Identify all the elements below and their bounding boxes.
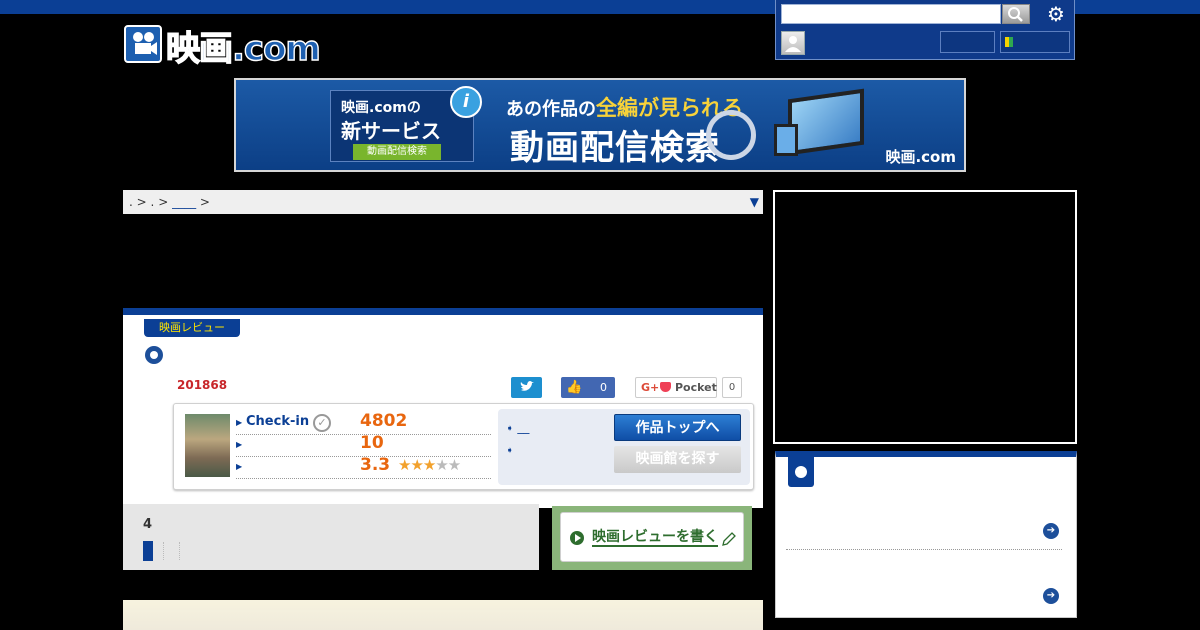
- title-bullet-icon: [145, 346, 163, 364]
- banner-ad[interactable]: 映画.comの 新サービス 動画配信検索 i あの作品の全編が見られる 動画配信…: [234, 78, 966, 172]
- search-icon: [1008, 7, 1023, 22]
- link-item[interactable]: ➧: [506, 442, 514, 456]
- pagination-panel: 4: [123, 504, 539, 570]
- banner-headline-small: あの作品の: [506, 99, 596, 120]
- page-indicator[interactable]: [143, 541, 153, 561]
- banner-badge-line2: 新サービス: [341, 119, 441, 143]
- avatar[interactable]: [781, 31, 805, 55]
- content-strip: [123, 600, 763, 630]
- login-button[interactable]: [940, 31, 995, 53]
- rating-stars: ★★★★★: [398, 456, 461, 474]
- google-plus-icon[interactable]: G+: [641, 378, 659, 397]
- rating-value: 3.3: [360, 455, 391, 475]
- banner-badge-sub: 動画配信検索: [353, 144, 441, 160]
- monitor-icon: [788, 88, 864, 156]
- find-theater-label: 映画館を探す: [635, 451, 720, 467]
- checkin-icon[interactable]: ✓: [313, 414, 331, 432]
- logo-camera-icon: [124, 25, 162, 63]
- facebook-like-button[interactable]: 👍 0: [561, 377, 615, 398]
- breadcrumb-separator: >: [158, 195, 169, 209]
- movie-top-button[interactable]: 作品トップへ: [614, 414, 741, 441]
- links-panel: ➧ __ ➧ 作品トップへ 映画館を探す: [498, 409, 750, 485]
- breadcrumb-item[interactable]: .: [129, 195, 133, 209]
- review-tab[interactable]: 映画レビュー: [144, 319, 240, 337]
- arrow-icon: ➧: [506, 424, 514, 434]
- pocket-label: Pocket: [675, 381, 717, 394]
- pocket-icon: [660, 382, 671, 392]
- breadcrumb-toggle-icon[interactable]: ▼: [750, 190, 759, 214]
- breadcrumb-separator: >: [136, 195, 147, 209]
- signup-button[interactable]: [1000, 31, 1070, 53]
- play-icon: [570, 531, 584, 545]
- side-divider: [786, 549, 1062, 550]
- pencil-icon: [722, 532, 736, 546]
- write-review-button[interactable]: 映画レビューを書く: [560, 512, 744, 562]
- banner-logo-small: 映画.com: [885, 148, 956, 166]
- side-panel: ➔ ➔: [775, 451, 1077, 618]
- stat-row: ▶ 10: [236, 433, 491, 457]
- arrow-right-icon[interactable]: ➔: [1043, 523, 1059, 539]
- ad-box[interactable]: [773, 190, 1077, 444]
- banner-headline: あの作品の全編が見られる: [506, 92, 743, 122]
- review-count: 201868: [177, 378, 228, 392]
- write-review-label: 映画レビューを書く: [592, 529, 718, 547]
- find-theater-button[interactable]: 映画館を探す: [614, 446, 741, 473]
- search-button[interactable]: [1002, 4, 1030, 24]
- banner-headline-big: 動画配信検索: [510, 128, 720, 168]
- search-input[interactable]: [781, 4, 1001, 24]
- arrow-right-icon[interactable]: ➔: [1043, 588, 1059, 604]
- like-count: 0: [600, 381, 607, 394]
- arrow-icon: ➧: [506, 446, 514, 456]
- stat-row-rating: ▶ 3.3 ★★★★★: [236, 455, 491, 479]
- breadcrumb-link[interactable]: ____: [172, 195, 196, 209]
- triangle-icon: ▶: [236, 418, 243, 427]
- page-separator: [179, 542, 180, 560]
- movie-info-box: ▶ Check-in ✓ 4802 ▶ 10 ▶ 3.3 ★★★★★ ➧ __ …: [173, 403, 754, 490]
- breadcrumb-separator: >: [199, 195, 210, 209]
- beginner-mark-icon: [1005, 37, 1013, 47]
- tablet-icon: [774, 124, 798, 156]
- review-panel: 映画レビュー 201868 👍 0 G+ Pocket 0 ▶ Check-in…: [123, 308, 763, 508]
- user-box: ⚙: [775, 0, 1075, 60]
- link-label[interactable]: __: [517, 420, 529, 434]
- triangle-icon: ▶: [236, 440, 243, 449]
- gear-icon[interactable]: ⚙: [1044, 3, 1068, 25]
- tweet-button[interactable]: [511, 377, 542, 398]
- page-separator: [163, 542, 164, 560]
- stat-row-checkin: ▶ Check-in ✓ 4802: [236, 411, 491, 435]
- stat-value: 10: [360, 433, 384, 453]
- banner-badge-line1: 映画.comの: [341, 100, 421, 116]
- movie-poster[interactable]: [185, 414, 230, 477]
- link-item[interactable]: ➧ __: [506, 420, 529, 434]
- info-icon: i: [450, 86, 482, 118]
- breadcrumb: . > . > ____ > ▼: [123, 190, 763, 214]
- triangle-icon: ▶: [236, 462, 243, 471]
- twitter-icon: [520, 381, 534, 391]
- breadcrumb-item[interactable]: .: [151, 195, 155, 209]
- magnifier-icon: [706, 110, 756, 160]
- page-count: 4: [143, 517, 153, 532]
- pocket-button[interactable]: G+ Pocket: [635, 377, 717, 398]
- thumbs-up-icon: 👍: [566, 380, 583, 395]
- logo-text: 映画.com: [165, 28, 321, 69]
- stat-label[interactable]: Check-in: [246, 414, 309, 429]
- write-review-frame: 映画レビューを書く: [552, 506, 752, 570]
- side-bullet-icon: [788, 457, 814, 487]
- stat-value: 4802: [360, 411, 408, 431]
- pocket-count: 0: [722, 377, 742, 398]
